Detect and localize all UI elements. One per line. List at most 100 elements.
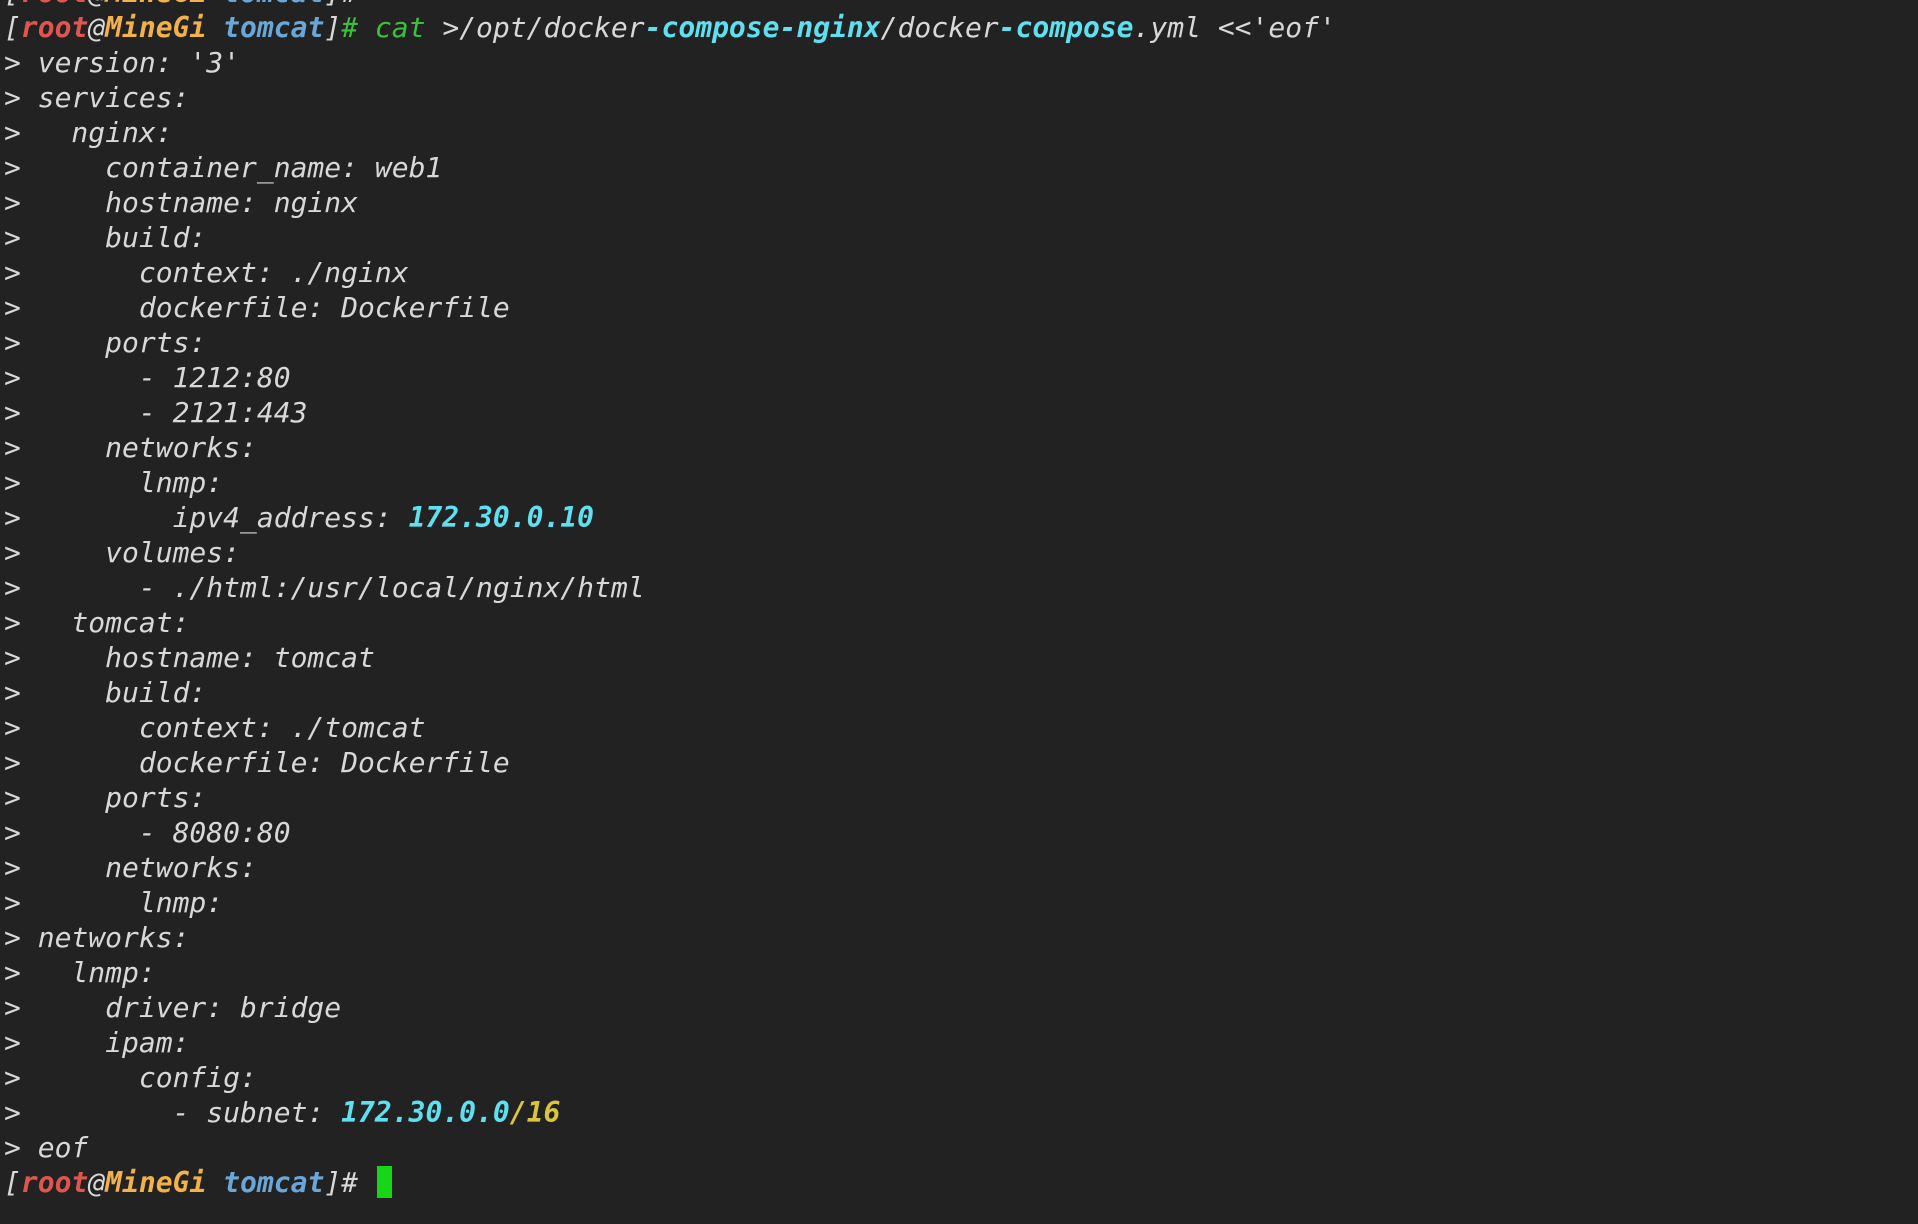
terminal-text-segment: > services: <box>4 81 190 114</box>
terminal-line: > driver: bridge <box>4 990 1918 1025</box>
terminal-text-segment: ]# <box>324 1166 375 1199</box>
terminal-text-segment: > build: <box>4 221 207 254</box>
terminal-line: > - 1212:80 <box>4 360 1918 395</box>
terminal-text-segment: ] <box>324 11 342 44</box>
terminal-text-segment: ]# <box>324 0 375 9</box>
terminal-line: > lnmp: <box>4 885 1918 920</box>
terminal-text-segment: tomcat <box>223 11 325 44</box>
terminal-text-segment: -compose <box>998 11 1134 44</box>
terminal-text-segment: >/opt/docker <box>425 11 645 44</box>
terminal-line: > ports: <box>4 780 1918 815</box>
terminal-text-segment: > lnmp: <box>4 956 156 989</box>
terminal-line: > networks: <box>4 850 1918 885</box>
terminal-text-segment: > driver: bridge <box>4 991 342 1024</box>
terminal-text-segment: > eof <box>4 1131 89 1164</box>
terminal-text-segment: @ <box>88 0 105 9</box>
terminal-output: [root@MineGi tomcat]# cat >/opt/docker-c… <box>4 10 1918 1200</box>
terminal-text-segment: -compose-nginx <box>644 11 881 44</box>
terminal-text-segment: > - ./html:/usr/local/nginx/html <box>4 571 645 604</box>
terminal-line: > hostname: nginx <box>4 185 1918 220</box>
terminal-text-segment: > config: <box>4 1061 257 1094</box>
terminal-text-segment: /16 <box>509 1096 561 1129</box>
terminal-line: [root@MineGi tomcat]# cat >/opt/docker-c… <box>4 10 1918 45</box>
terminal-line: > hostname: tomcat <box>4 640 1918 675</box>
terminal-line: > context: ./nginx <box>4 255 1918 290</box>
terminal-text-segment: 172.30.0.10 <box>408 501 595 534</box>
terminal-line: > ipv4_address: 172.30.0.10 <box>4 500 1918 535</box>
terminal-line: > networks: <box>4 430 1918 465</box>
terminal-text-segment: MineGi <box>105 1166 207 1199</box>
terminal-line: > build: <box>4 675 1918 710</box>
terminal-text-segment: > networks: <box>4 851 257 884</box>
terminal-text-segment: > hostname: tomcat <box>4 641 375 674</box>
terminal-text-segment: > volumes: <box>4 536 241 569</box>
terminal-line: > networks: <box>4 920 1918 955</box>
terminal-line: > lnmp: <box>4 955 1918 990</box>
terminal-line: > container_name: web1 <box>4 150 1918 185</box>
terminal-text-segment: > - 8080:80 <box>4 816 291 849</box>
terminal-text-segment: @ <box>88 11 106 44</box>
terminal-line: > ports: <box>4 325 1918 360</box>
terminal-text-segment: tomcat <box>223 1166 325 1199</box>
terminal-window[interactable]: [root@MineGi tomcat]# [root@MineGi tomca… <box>0 0 1918 1199</box>
terminal-line: > dockerfile: Dockerfile <box>4 290 1918 325</box>
terminal-text-segment: @ <box>88 1166 106 1199</box>
terminal-text-segment: [ <box>4 1166 21 1199</box>
terminal-line-partial: [root@MineGi tomcat]# <box>4 0 1918 10</box>
terminal-line: > - 2121:443 <box>4 395 1918 430</box>
terminal-text-segment: > networks: <box>4 431 257 464</box>
terminal-text-segment: > ipam: <box>4 1026 190 1059</box>
terminal-line: > services: <box>4 80 1918 115</box>
terminal-line: > - subnet: 172.30.0.0/16 <box>4 1095 1918 1130</box>
terminal-text-segment: > - subnet: <box>4 1096 342 1129</box>
terminal-text-segment: > lnmp: <box>4 466 224 499</box>
terminal-line: > context: ./tomcat <box>4 710 1918 745</box>
terminal-line: > config: <box>4 1060 1918 1095</box>
terminal-line: > ipam: <box>4 1025 1918 1060</box>
terminal-line: > lnmp: <box>4 465 1918 500</box>
terminal-text-segment: > lnmp: <box>4 886 224 919</box>
terminal-line: > - ./html:/usr/local/nginx/html <box>4 570 1918 605</box>
terminal-text-segment: > networks: <box>4 921 190 954</box>
terminal-text-segment: > dockerfile: Dockerfile <box>4 746 510 779</box>
terminal-text-segment: root <box>21 0 88 9</box>
cursor-block <box>376 1166 392 1198</box>
terminal-text-segment: > build: <box>4 676 207 709</box>
terminal-text-segment: [ <box>4 11 21 44</box>
terminal-text-segment: # <box>341 11 375 44</box>
terminal-line: > - 8080:80 <box>4 815 1918 850</box>
terminal-line: > volumes: <box>4 535 1918 570</box>
terminal-text-segment: > - 2121:443 <box>4 396 308 429</box>
terminal-line: > build: <box>4 220 1918 255</box>
terminal-text-segment: > dockerfile: Dockerfile <box>4 291 510 324</box>
terminal-text-segment: > ports: <box>4 326 207 359</box>
terminal-text-segment: > nginx: <box>4 116 173 149</box>
terminal-text-segment: > - 1212:80 <box>4 361 291 394</box>
terminal-text-segment: tomcat <box>223 0 324 9</box>
prompt-line: [root@MineGi tomcat]# <box>4 1165 1918 1200</box>
terminal-text-segment: cat <box>374 11 426 44</box>
terminal-text-segment: MineGi <box>105 0 206 9</box>
terminal-text-segment: > version: '3' <box>4 46 241 79</box>
terminal-line: > nginx: <box>4 115 1918 150</box>
terminal-text-segment: .yml <<'eof' <box>1133 11 1336 44</box>
terminal-text-segment: > container_name: web1 <box>4 151 443 184</box>
terminal-line: > version: '3' <box>4 45 1918 80</box>
terminal-text-segment: root <box>20 1166 89 1199</box>
terminal-text-segment: > ports: <box>4 781 207 814</box>
terminal-text-segment: > context: ./tomcat <box>4 711 426 744</box>
terminal-line: > dockerfile: Dockerfile <box>4 745 1918 780</box>
terminal-text-segment: /docker <box>880 11 999 44</box>
terminal-text-segment: > context: ./nginx <box>4 256 409 289</box>
terminal-text-segment: 172.30.0.0 <box>341 1096 510 1129</box>
terminal-text-segment: [ <box>4 0 21 9</box>
terminal-text-segment: MineGi <box>105 11 207 44</box>
terminal-text-segment: > tomcat: <box>4 606 190 639</box>
terminal-text-segment: > hostname: nginx <box>4 186 359 219</box>
terminal-text-segment: root <box>20 11 89 44</box>
terminal-text-segment: > ipv4_address: <box>4 501 409 534</box>
terminal-line: > tomcat: <box>4 605 1918 640</box>
